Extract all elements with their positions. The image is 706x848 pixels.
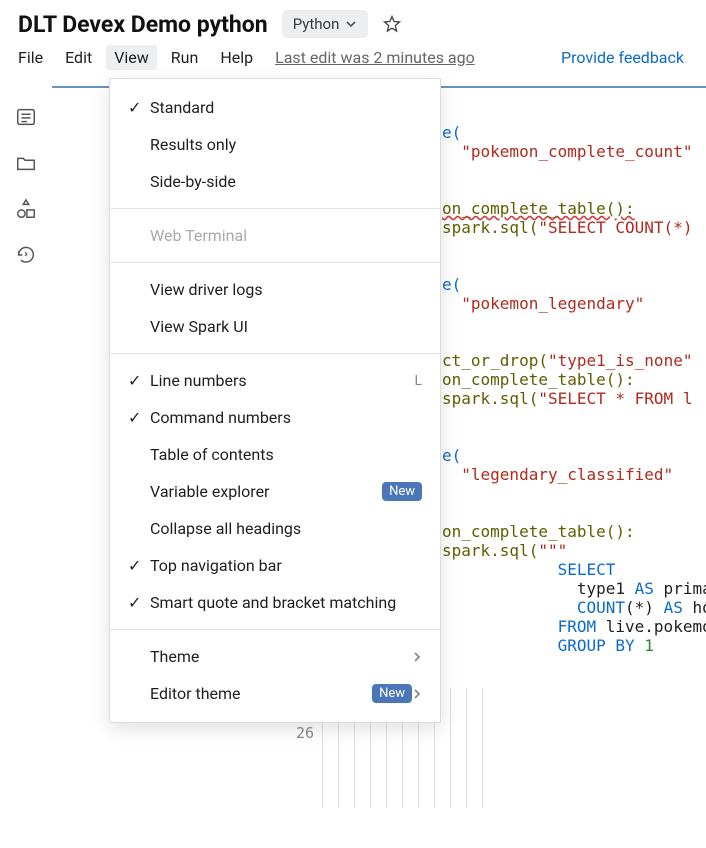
separator <box>110 629 440 630</box>
check-icon: ✓ <box>128 556 150 575</box>
view-editor-theme[interactable]: Editor theme New <box>110 675 440 712</box>
view-driver-logs[interactable]: View driver logs <box>110 271 440 308</box>
left-rail <box>0 86 52 848</box>
folder-icon[interactable] <box>15 152 37 174</box>
view-line-numbers[interactable]: ✓ Line numbers L <box>110 362 440 399</box>
check-icon: ✓ <box>128 593 150 612</box>
shapes-icon[interactable] <box>15 198 37 220</box>
menu-help[interactable]: Help <box>220 48 253 67</box>
separator <box>110 208 440 209</box>
header-title-row: DLT Devex Demo python Python <box>18 10 688 38</box>
view-variable-explorer[interactable]: Variable explorer New <box>110 473 440 510</box>
view-results-only[interactable]: Results only <box>110 126 440 163</box>
menu-bar: File Edit View Run Help Last edit was 2 … <box>18 38 688 75</box>
shortcut: L <box>414 373 422 389</box>
view-smart-quote[interactable]: ✓ Smart quote and bracket matching <box>110 584 440 621</box>
menu-view[interactable]: View <box>106 45 157 70</box>
view-command-numbers[interactable]: ✓ Command numbers <box>110 399 440 436</box>
last-edit-link[interactable]: Last edit was 2 minutes ago <box>275 48 475 67</box>
check-icon: ✓ <box>128 408 150 427</box>
view-toc[interactable]: Table of contents <box>110 436 440 473</box>
separator <box>110 262 440 263</box>
view-dropdown: ✓ Standard Results only Side-by-side Web… <box>109 78 441 723</box>
menu-file[interactable]: File <box>18 48 43 67</box>
view-standard[interactable]: ✓ Standard <box>110 89 440 126</box>
language-selector[interactable]: Python <box>282 10 369 38</box>
new-badge: New <box>372 684 412 703</box>
refresh-icon[interactable] <box>15 244 37 266</box>
new-badge: New <box>382 482 422 501</box>
chevron-down-icon <box>345 18 357 30</box>
chevron-right-icon <box>412 650 422 664</box>
check-icon: ✓ <box>128 98 150 117</box>
view-spark-ui[interactable]: View Spark UI <box>110 308 440 345</box>
view-theme[interactable]: Theme <box>110 638 440 675</box>
separator <box>110 353 440 354</box>
provide-feedback-link[interactable]: Provide feedback <box>561 48 688 67</box>
star-icon[interactable] <box>382 14 402 34</box>
chevron-right-icon <box>412 687 422 701</box>
notebook-title[interactable]: DLT Devex Demo python <box>18 11 268 38</box>
code-view: e( "pokemon_complete_count" on_complete_… <box>432 94 706 674</box>
view-top-nav[interactable]: ✓ Top navigation bar <box>110 547 440 584</box>
line-number: 26 <box>274 724 314 742</box>
view-web-terminal: Web Terminal <box>110 217 440 254</box>
view-collapse-headings[interactable]: Collapse all headings <box>110 510 440 547</box>
check-icon: ✓ <box>128 371 150 390</box>
toc-icon[interactable] <box>15 106 37 128</box>
view-side-by-side[interactable]: Side-by-side <box>110 163 440 200</box>
menu-edit[interactable]: Edit <box>65 48 92 67</box>
language-label: Python <box>293 15 340 33</box>
menu-run[interactable]: Run <box>171 48 199 67</box>
